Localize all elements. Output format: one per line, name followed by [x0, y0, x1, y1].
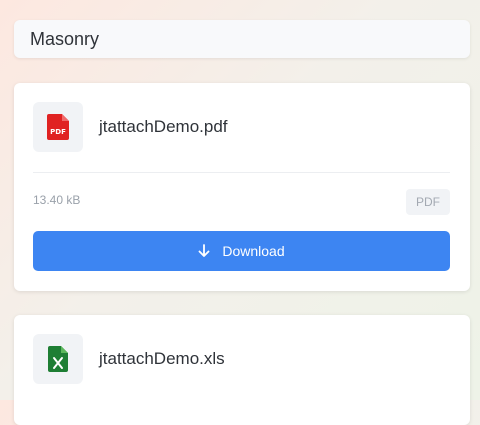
file-card: PDF jtattachDemo.pdf 13.40 kB PDF Downlo…: [14, 83, 470, 291]
pdf-file-icon: PDF: [33, 102, 83, 152]
divider: [33, 172, 450, 173]
page-title: Masonry: [30, 28, 100, 49]
file-size: 13.40 kB: [33, 193, 81, 207]
download-button[interactable]: Download: [33, 231, 450, 271]
download-arrow-icon: [198, 244, 210, 258]
file-type-badge: PDF: [406, 189, 450, 215]
svg-text:PDF: PDF: [50, 128, 66, 136]
file-name[interactable]: jtattachDemo.pdf: [99, 117, 228, 137]
excel-file-icon: [33, 334, 83, 384]
file-card: jtattachDemo.xls: [14, 315, 470, 425]
page-header: Masonry: [14, 20, 470, 58]
download-label: Download: [222, 243, 285, 259]
file-name[interactable]: jtattachDemo.xls: [99, 349, 225, 369]
